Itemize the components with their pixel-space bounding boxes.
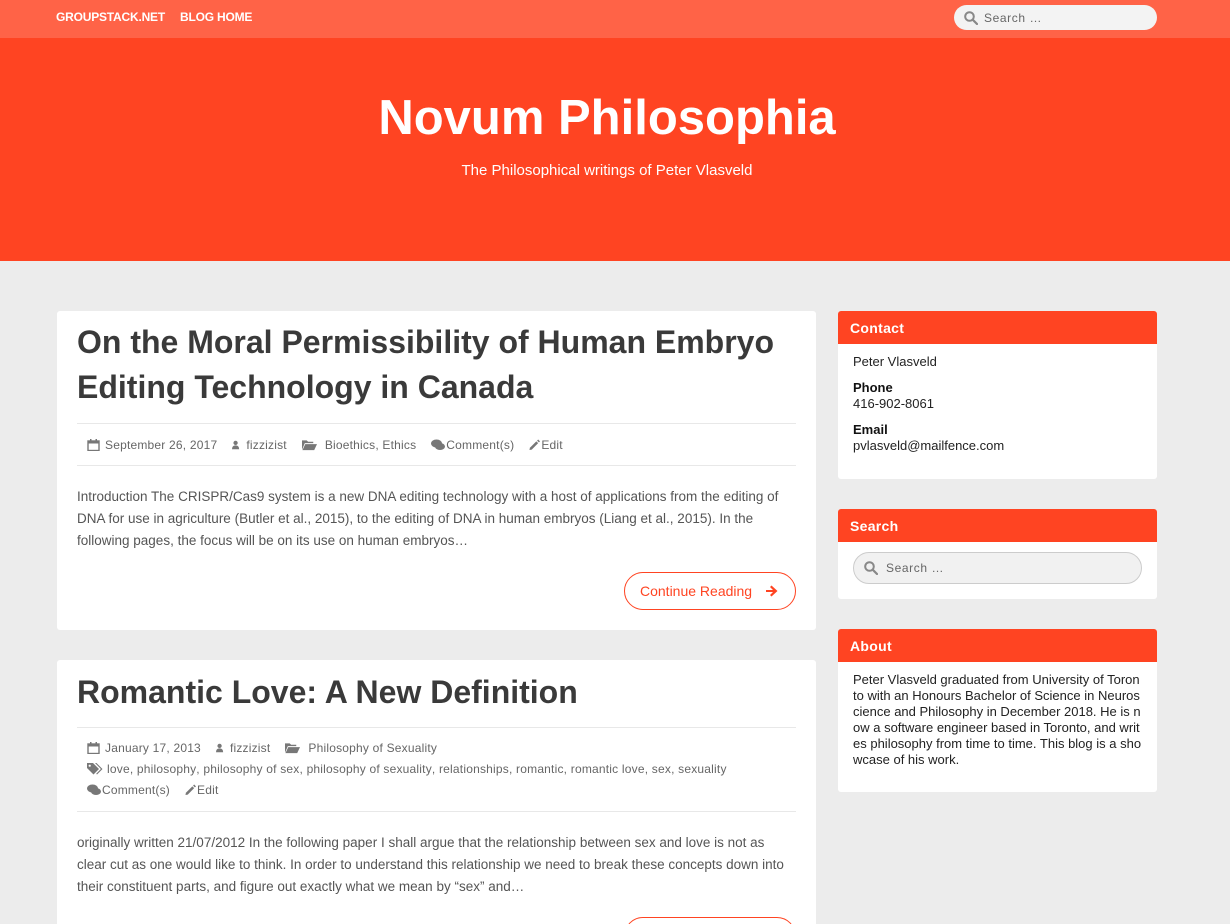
pencil-icon (529, 439, 541, 451)
comments-icon (87, 784, 101, 795)
calendar-icon (87, 742, 100, 754)
post-title[interactable]: Romantic Love: A New Definition (77, 670, 797, 715)
post-author[interactable]: fizzizist (246, 438, 286, 452)
tag-link[interactable]: romantic (516, 762, 564, 776)
divider (77, 811, 796, 812)
tag-link[interactable]: love (107, 762, 130, 776)
contact-name: Peter Vlasveld (853, 354, 937, 369)
user-icon (232, 440, 240, 450)
contact-email[interactable]: pvlasveld@mailfence.com (853, 438, 1142, 454)
about-text: Peter Vlasveld graduated from University… (853, 672, 1142, 767)
nav-link-blog-home[interactable]: BLOG HOME (180, 10, 252, 24)
divider (77, 727, 796, 728)
site-header: Novum Philosophia The Philosophical writ… (0, 38, 1230, 261)
continue-reading-button[interactable]: Continue Reading (624, 572, 796, 610)
edit-link[interactable]: Edit (197, 783, 218, 797)
post-meta: January 17, 2013 fizzizist Philosophy of… (87, 741, 437, 755)
post-meta: September 26, 2017 fizzizist Bioethics, … (87, 438, 563, 452)
top-search-input[interactable] (984, 10, 1144, 25)
pencil-icon (185, 784, 197, 796)
tags-icon (87, 763, 103, 775)
widget-title: Search (838, 509, 1157, 542)
search-icon (864, 561, 878, 575)
divider (77, 465, 796, 466)
tag-link[interactable]: philosophy of sex (203, 762, 299, 776)
post-excerpt: Introduction The CRISPR/Cas9 system is a… (77, 489, 779, 548)
top-search-box[interactable] (954, 5, 1157, 30)
widget-title: Contact (838, 311, 1157, 344)
post-date[interactable]: January 17, 2013 (105, 741, 201, 755)
contact-phone[interactable]: 416-902-8061 (853, 396, 1142, 412)
tag-link[interactable]: romantic love (571, 762, 645, 776)
post-title[interactable]: On the Moral Permissibility of Human Emb… (77, 320, 797, 410)
post-meta-actions: Comment(s) Edit (87, 783, 219, 797)
post-author[interactable]: fizzizist (230, 741, 270, 755)
sidebar-search-box[interactable] (853, 552, 1142, 584)
phone-label: Phone (853, 380, 893, 395)
post-category[interactable]: Ethics (382, 438, 416, 452)
edit-link[interactable]: Edit (541, 438, 562, 452)
email-label: Email (853, 422, 888, 437)
tag-link[interactable]: sex (652, 762, 671, 776)
post-category[interactable]: Philosophy of Sexuality (308, 741, 437, 755)
contact-widget: Contact Peter Vlasveld Phone 416-902-806… (838, 311, 1157, 479)
tag-link[interactable]: sexuality (678, 762, 727, 776)
post-card: On the Moral Permissibility of Human Emb… (57, 311, 816, 630)
widget-title: About (838, 629, 1157, 662)
top-nav: GROUPSTACK.NET BLOG HOME (56, 10, 252, 24)
continue-reading-label: Continue Reading (640, 583, 753, 599)
divider (77, 423, 796, 424)
tag-link[interactable]: philosophy (137, 762, 196, 776)
tag-link[interactable]: relationships (439, 762, 509, 776)
folder-open-icon (285, 743, 301, 754)
continue-reading-button[interactable] (624, 917, 796, 924)
user-icon (215, 743, 224, 753)
about-widget: About Peter Vlasveld graduated from Univ… (838, 629, 1157, 792)
post-tags: love, philosophy, philosophy of sex, phi… (87, 762, 727, 776)
comments-icon (431, 439, 446, 450)
search-widget: Search (838, 509, 1157, 599)
post-excerpt: originally written 21/07/2012 In the fol… (77, 835, 784, 894)
site-tagline: The Philosophical writings of Peter Vlas… (461, 162, 753, 179)
sidebar-search-input[interactable] (886, 561, 1126, 575)
comments-link[interactable]: Comment(s) (102, 783, 170, 797)
post-card: Romantic Love: A New Definition January … (57, 660, 816, 924)
arrow-right-icon (766, 585, 778, 597)
tag-link[interactable]: philosophy of sexuality (307, 762, 432, 776)
top-bar: GROUPSTACK.NET BLOG HOME (0, 0, 1230, 38)
site-title[interactable]: Novum Philosophia (0, 90, 1214, 146)
calendar-icon (87, 439, 100, 451)
post-category[interactable]: Bioethics (325, 438, 376, 452)
post-date[interactable]: September 26, 2017 (105, 438, 217, 452)
nav-link-groupstack[interactable]: GROUPSTACK.NET (56, 10, 165, 24)
comments-link[interactable]: Comment(s) (446, 438, 514, 452)
search-icon (964, 10, 978, 25)
folder-open-icon (301, 440, 317, 451)
